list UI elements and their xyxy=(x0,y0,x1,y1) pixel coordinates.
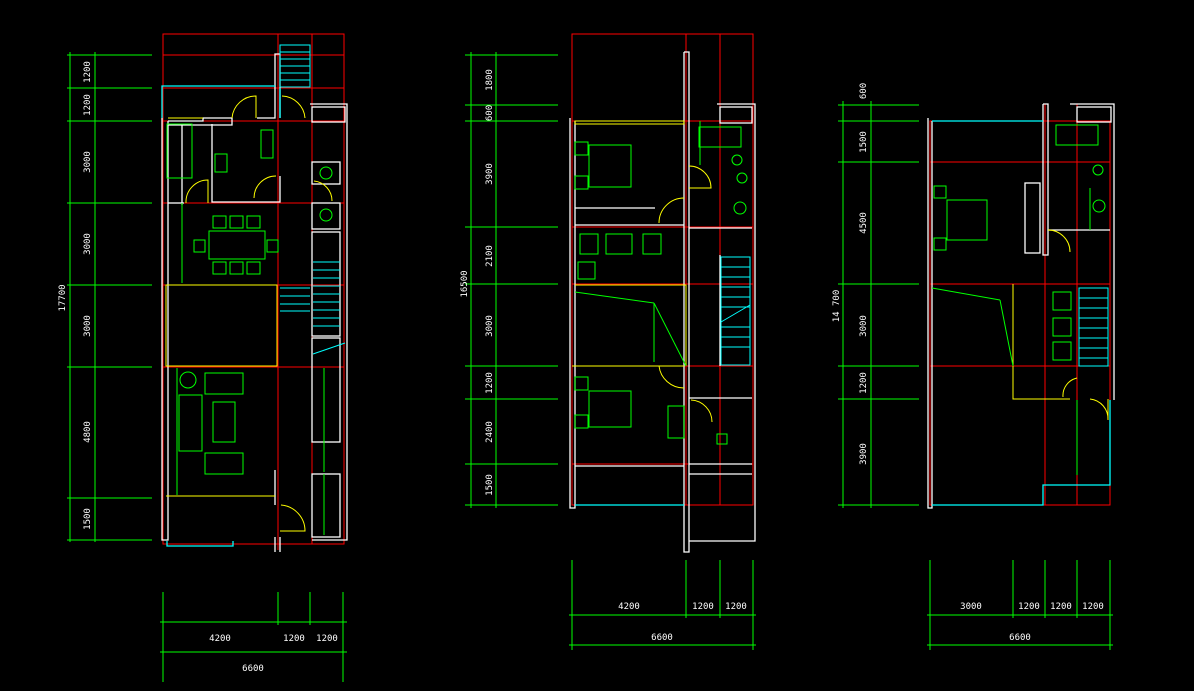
plan2-hdim: 1200 xyxy=(725,602,747,612)
plan3-stairs xyxy=(1078,287,1109,367)
bed xyxy=(166,123,193,179)
plan2-dim: 2100 xyxy=(485,245,495,267)
plan1-axis-grid xyxy=(162,33,345,550)
plan1-dim: 1200 xyxy=(83,61,93,83)
plan2-dim: 1500 xyxy=(485,474,495,496)
plan1-dim: 1200 xyxy=(83,94,93,116)
sofa xyxy=(178,394,203,452)
coffee-table xyxy=(212,401,236,443)
plan3-hdim: 3000 xyxy=(960,602,982,612)
plan1-dim: 3000 xyxy=(83,315,93,337)
plan3-vertical-dimensions: 14 700 600 1500 4500 3000 1200 3900 xyxy=(832,83,919,508)
plan2-doors xyxy=(572,120,713,423)
plan2-dim: 600 xyxy=(485,105,495,121)
plan3-doors xyxy=(1012,229,1109,421)
plan1-dim: 3000 xyxy=(83,233,93,255)
plan1-horizontal-dimensions: 4200 1200 1200 6600 xyxy=(160,592,347,682)
plan3-dim: 4500 xyxy=(859,212,869,234)
plan1-windows xyxy=(161,85,281,547)
plan3-dim: 3000 xyxy=(859,315,869,337)
bed xyxy=(588,390,632,428)
floor-plan-1: 17700 1200 1200 3000 3000 3000 4800 1500 xyxy=(58,33,348,682)
plan3-hdim: 1200 xyxy=(1018,602,1040,612)
plan1-dim: 4800 xyxy=(83,421,93,443)
plan2-hdim: 1200 xyxy=(692,602,714,612)
plan2-horizontal-dimensions: 4200 1200 1200 6600 xyxy=(569,560,756,650)
plan2-dim: 1200 xyxy=(485,372,495,394)
plan1-total-width: 6600 xyxy=(242,664,264,674)
plan3-hdim: 1200 xyxy=(1050,602,1072,612)
plan1-hdim: 1200 xyxy=(316,634,338,644)
plan1-furniture xyxy=(166,123,333,535)
plan2-total-height: 16500 xyxy=(460,270,470,297)
plan3-dim: 600 xyxy=(859,83,869,99)
plan2-total-width: 6600 xyxy=(651,633,673,643)
plan3-dim: 1500 xyxy=(859,131,869,153)
plan2-vertical-dimensions: 16500 1800 600 3900 2100 3000 1200 2400 … xyxy=(460,52,558,508)
plan1-vertical-dimensions: 17700 1200 1200 3000 3000 3000 4800 1500 xyxy=(58,52,152,542)
bed xyxy=(588,144,632,188)
dining-table xyxy=(208,230,266,260)
plan3-walls xyxy=(927,103,1115,509)
plan1-walls xyxy=(161,53,348,552)
plan2-dim: 2400 xyxy=(485,421,495,443)
plan2-dim: 3900 xyxy=(485,163,495,185)
plan2-hdim: 4200 xyxy=(618,602,640,612)
plan2-dim: 1800 xyxy=(485,69,495,91)
plan3-axis-grid xyxy=(929,104,1111,506)
plan1-dim: 1500 xyxy=(83,508,93,530)
plan1-doors xyxy=(165,95,333,532)
plan3-total-height: 14 700 xyxy=(832,290,842,323)
plan3-hdim: 1200 xyxy=(1082,602,1104,612)
floor-plan-2: 16500 1800 600 3900 2100 3000 1200 2400 … xyxy=(460,33,756,650)
plan1-hdim: 4200 xyxy=(209,634,231,644)
plan2-dim: 3000 xyxy=(485,315,495,337)
plan1-total-height: 17700 xyxy=(58,284,68,311)
plan3-windows xyxy=(932,120,1111,506)
plan3-horizontal-dimensions: 3000 1200 1200 1200 6600 xyxy=(927,560,1113,650)
plan3-dim: 3900 xyxy=(859,443,869,465)
plan1-hdim: 1200 xyxy=(283,634,305,644)
plan1-dim: 3000 xyxy=(83,151,93,173)
floor-plan-3: 14 700 600 1500 4500 3000 1200 3900 3000… xyxy=(832,83,1115,650)
plan3-dim: 1200 xyxy=(859,372,869,394)
bed xyxy=(946,199,988,241)
cad-drawing: 17700 1200 1200 3000 3000 3000 4800 1500 xyxy=(58,33,1115,682)
plan2-stairs xyxy=(720,256,751,366)
plan3-total-width: 6600 xyxy=(1009,633,1031,643)
